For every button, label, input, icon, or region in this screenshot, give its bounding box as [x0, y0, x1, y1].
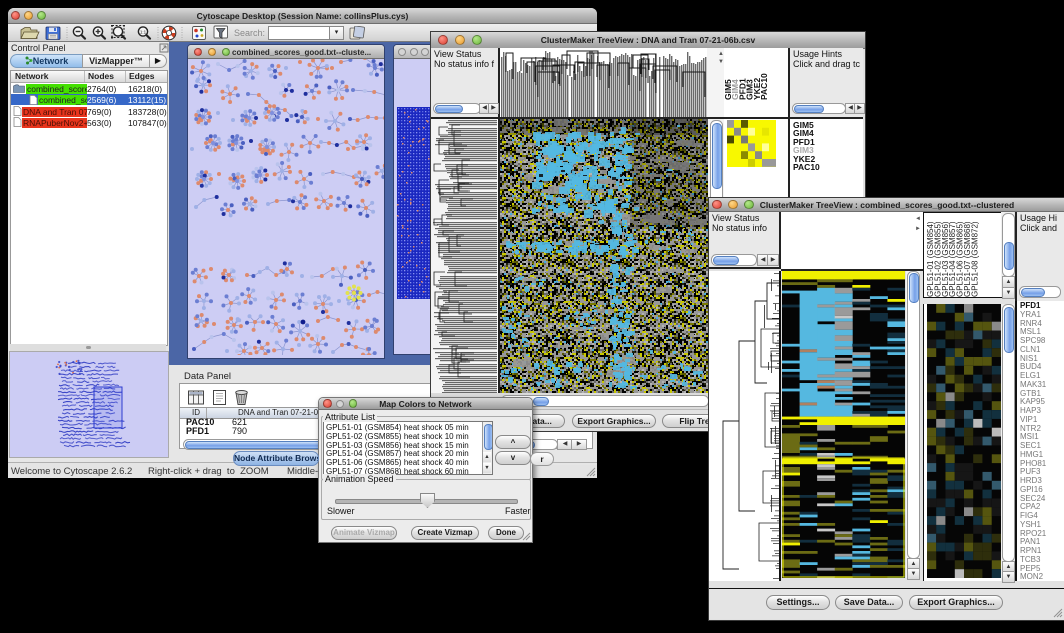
svg-text:GPL51-08 (GSM872): GPL51-08 (GSM872) [970, 221, 979, 297]
svg-text:1:1: 1:1 [140, 29, 147, 34]
svg-text:PAC10: PAC10 [759, 73, 769, 100]
